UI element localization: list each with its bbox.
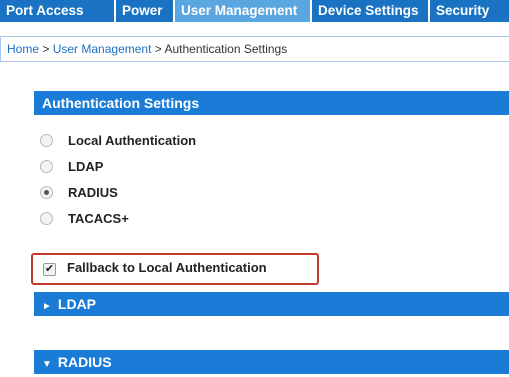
radio-label: LDAP: [68, 159, 104, 174]
radius-section-header[interactable]: ▼ RADIUS: [34, 350, 509, 374]
tab-power[interactable]: Power: [116, 0, 173, 22]
tab-port-access[interactable]: Port Access: [0, 0, 114, 22]
expand-arrow-icon: ►: [42, 301, 52, 312]
tab-user-management[interactable]: User Management: [175, 0, 310, 22]
breadcrumb-current: Authentication Settings: [164, 42, 288, 56]
authentication-settings-header: Authentication Settings: [34, 91, 509, 115]
radio-button[interactable]: [40, 134, 53, 147]
breadcrumb-separator: >: [154, 42, 162, 56]
radio-label: TACACS+: [68, 211, 129, 226]
tab-security[interactable]: Security: [430, 0, 509, 22]
tab-device-settings[interactable]: Device Settings: [312, 0, 428, 22]
fallback-checkbox[interactable]: ✔: [43, 263, 56, 276]
ldap-section-header[interactable]: ► LDAP: [34, 292, 509, 316]
radio-label: Local Authentication: [68, 133, 197, 148]
fallback-label: Fallback to Local Authentication: [67, 260, 267, 275]
radio-label: RADIUS: [68, 185, 118, 200]
collapse-arrow-icon: ▼: [42, 359, 52, 370]
radio-button-selected[interactable]: [40, 186, 53, 199]
breadcrumb-home-link[interactable]: Home: [7, 42, 39, 56]
fallback-highlight-box: ✔ Fallback to Local Authentication: [31, 253, 319, 285]
breadcrumb-user-management-link[interactable]: User Management: [53, 42, 152, 56]
radio-button[interactable]: [40, 160, 53, 173]
breadcrumb-separator: >: [42, 42, 50, 56]
breadcrumb: Home > User Management > Authentication …: [0, 36, 509, 62]
ldap-section-label: LDAP: [57, 296, 97, 312]
radio-button[interactable]: [40, 212, 53, 225]
radius-section-label: RADIUS: [57, 354, 112, 370]
top-nav: Port Access Power User Management Device…: [0, 0, 509, 22]
